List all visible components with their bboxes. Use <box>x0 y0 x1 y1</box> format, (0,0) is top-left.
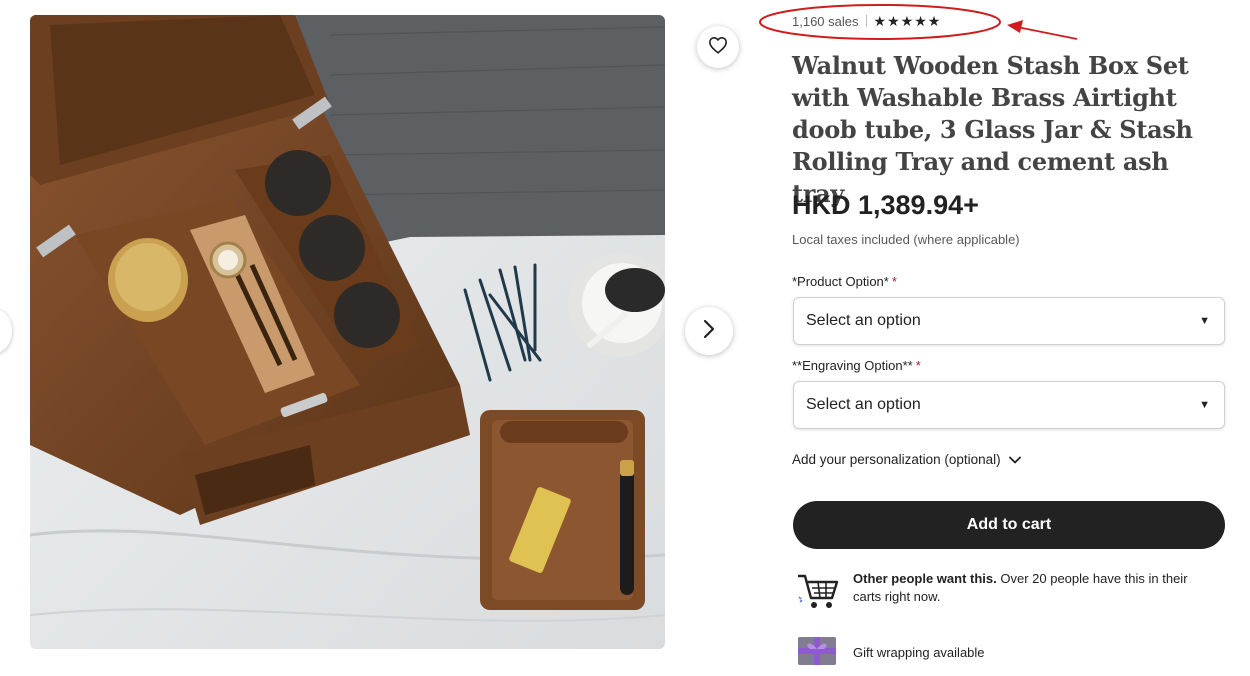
gift-icon <box>796 633 840 673</box>
listing-title: Walnut Wooden Stash Box Set with Washabl… <box>792 51 1193 208</box>
gift-wrap-text: Gift wrapping available <box>853 645 985 660</box>
add-to-cart-button[interactable]: Add to cart <box>793 501 1225 549</box>
shopping-cart-icon <box>796 570 840 610</box>
product-image[interactable] <box>30 15 665 649</box>
required-mark: * <box>915 358 921 373</box>
personalization-toggle[interactable]: Add your personalization (optional) <box>792 452 1021 467</box>
personalization-label: Add your personalization (optional) <box>792 452 1001 467</box>
caret-down-icon: ▼ <box>1199 399 1210 411</box>
demand-text-bold: Other people want this. <box>853 571 997 586</box>
demand-notice: Other people want this. Over 20 people h… <box>796 570 1218 610</box>
product-option-select[interactable]: Select an option ▼ <box>793 297 1225 345</box>
star-rating[interactable]: ★ ★ ★ ★ ★ <box>874 14 941 28</box>
price: HKD 1,389.94+ <box>792 190 979 220</box>
required-mark: * <box>891 274 897 289</box>
previous-image-button[interactable] <box>0 309 12 353</box>
star-icon: ★ <box>887 13 900 29</box>
product-option-label-text: *Product Option* <box>792 274 889 289</box>
divider <box>865 15 867 27</box>
chevron-right-icon <box>702 319 716 344</box>
star-icon: ★ <box>927 13 941 29</box>
engraving-option-label-text: **Engraving Option** <box>792 358 913 373</box>
favorite-button[interactable] <box>697 26 739 68</box>
product-option-value: Select an option <box>806 312 921 329</box>
star-icon: ★ <box>914 13 927 29</box>
engraving-option-select[interactable]: Select an option ▼ <box>793 381 1225 429</box>
star-icon: ★ <box>900 13 914 29</box>
star-icon: ★ <box>873 13 887 29</box>
chevron-down-icon <box>1008 452 1021 467</box>
engraving-option-value: Select an option <box>806 396 921 413</box>
heart-icon <box>708 36 728 59</box>
sales-count: 1,160 sales <box>792 13 859 29</box>
engraving-option-label: **Engraving Option** * <box>792 358 921 373</box>
tax-note: Local taxes included (where applicable) <box>792 232 1020 247</box>
demand-text: Other people want this. Over 20 people h… <box>853 570 1218 606</box>
gift-wrap-notice: Gift wrapping available <box>796 633 1218 673</box>
next-image-button[interactable] <box>685 307 733 355</box>
sales-rating-row: 1,160 sales ★ ★ ★ ★ ★ <box>792 12 940 30</box>
caret-down-icon: ▼ <box>1199 315 1210 327</box>
product-photo-illustration <box>30 15 665 649</box>
product-option-label: *Product Option* * <box>792 274 897 289</box>
